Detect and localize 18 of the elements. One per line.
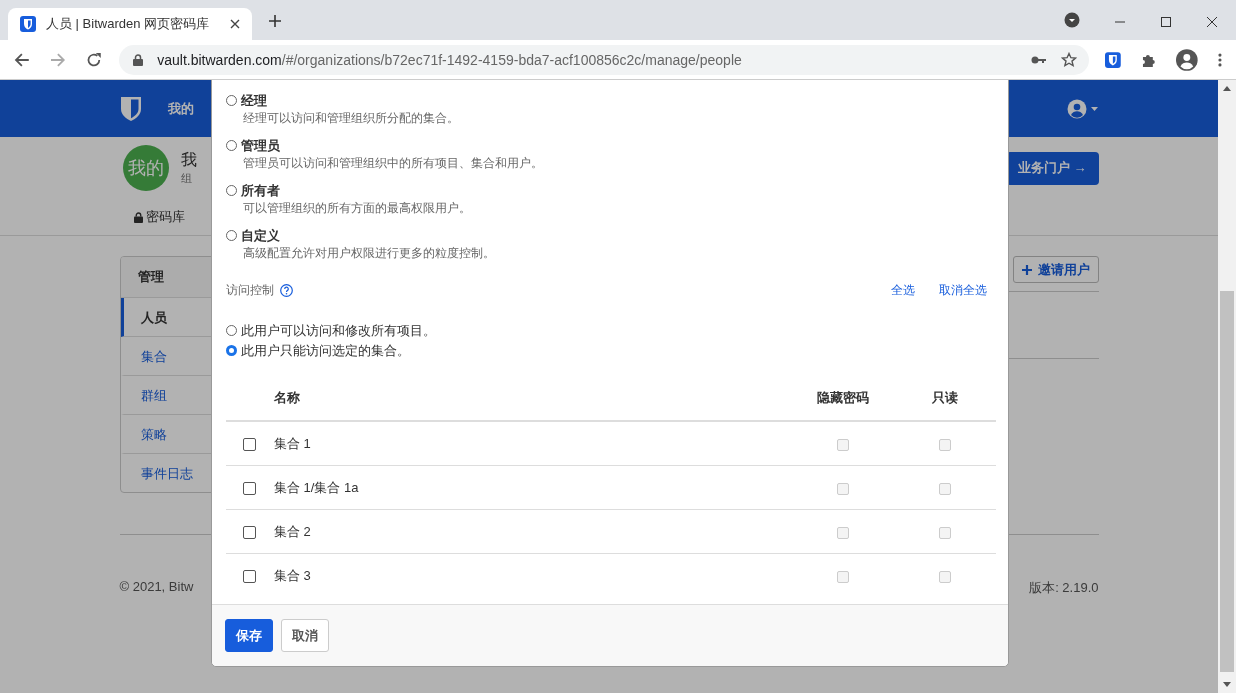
role-description: 经理可以访问和管理组织所分配的集合。 bbox=[243, 110, 460, 127]
collection-name: 集合 1 bbox=[274, 435, 311, 451]
copyright-text: © 2021, Bitw bbox=[119, 579, 194, 596]
tab-title: 人员 | Bitwarden 网页密码库 bbox=[46, 15, 211, 33]
org-subtitle: 组 bbox=[180, 171, 193, 186]
column-header: 名称 bbox=[274, 390, 300, 405]
collection-name: 集合 1/集合 1a bbox=[274, 479, 359, 495]
column-header: 只读 bbox=[932, 390, 958, 405]
collection-name: 集合 3 bbox=[274, 567, 311, 583]
column-header: 隐藏密码 bbox=[817, 390, 869, 405]
version-text: 版本: 2.19.0 bbox=[1029, 579, 1099, 597]
org-avatar: 我的 bbox=[122, 145, 169, 191]
role-description: 可以管理组织的所有方面的最高权限用户。 bbox=[243, 200, 472, 217]
org-name: 我 bbox=[180, 150, 197, 170]
collection-name: 集合 2 bbox=[274, 523, 311, 539]
access-control-label: 访问控制 bbox=[226, 282, 274, 299]
role-description: 管理员可以访问和管理组织中的所有项目、集合和用户。 bbox=[243, 155, 544, 172]
url-text: vault.bitwarden.com/#/organizations/b72ec71f-1492-4159-bda7-acf100856c2c/manage/people bbox=[157, 51, 742, 68]
